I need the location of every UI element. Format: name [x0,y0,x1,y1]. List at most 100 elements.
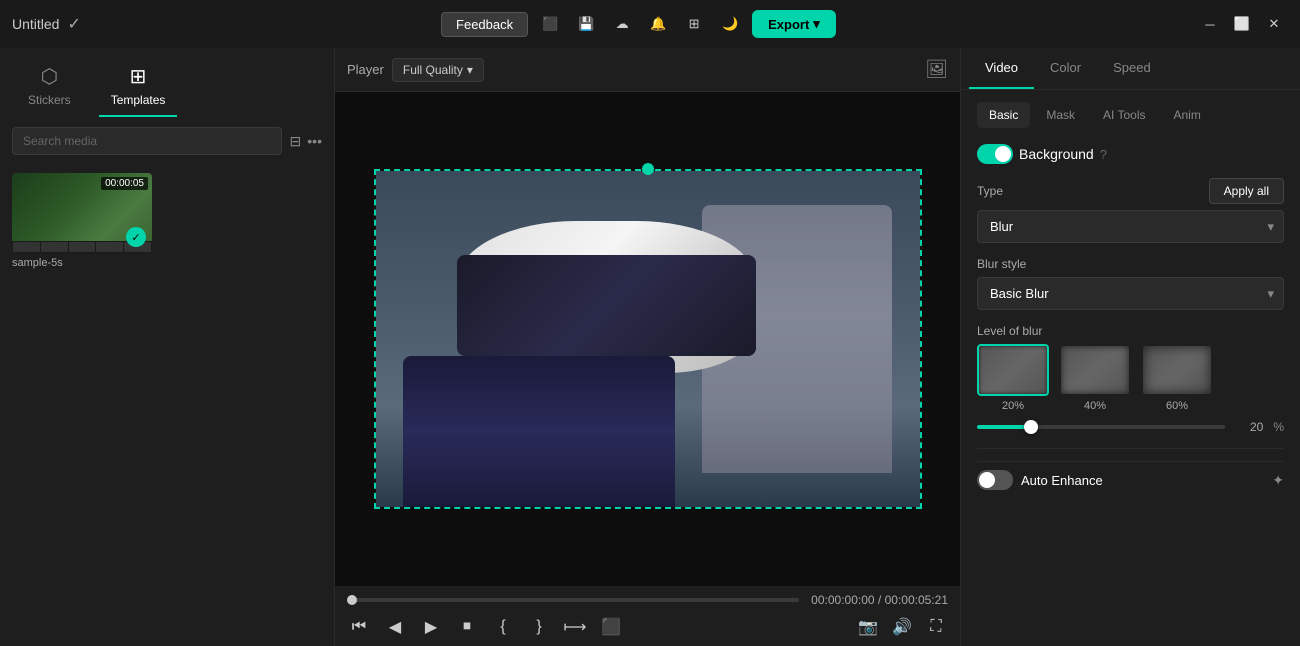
type-label-row: Type Apply all [977,178,1284,204]
tab-video[interactable]: Video [969,48,1034,89]
playback-right: 📷 🔊 ⛶ [856,615,948,639]
sidebar-tabs: ⬡ Stickers ⊞ Templates [0,48,334,117]
upload-icon[interactable]: ☁ [608,10,636,38]
time-total: 00:00:05:21 [885,593,948,607]
mark-in-button[interactable]: { [491,615,515,639]
sub-tab-anim[interactable]: Anim [1161,102,1212,128]
media-thumbnail: 00:00:05 ✓ [12,173,152,253]
progress-dot[interactable] [347,595,357,605]
blur-option-20[interactable]: 20% [977,344,1049,412]
blur-slider[interactable] [977,425,1225,429]
grid-icon[interactable]: ⊞ [680,10,708,38]
playback-left: ⏮ ◀ ▶ ⏹ { } ⟼ ⬛ [347,615,623,639]
section-divider [977,448,1284,449]
monitor-icon[interactable]: ⬛ [536,10,564,38]
quality-chevron-icon: ▾ [467,63,473,77]
auto-enhance-toggle[interactable] [977,470,1013,490]
slider-value: 20 [1235,420,1263,434]
center-area: Player Full Quality ▾ 🖼 [335,48,960,646]
bell-icon[interactable]: 🔔 [644,10,672,38]
play-button[interactable]: ▶ [419,615,443,639]
sidebar-search: ⊟ ••• [0,117,334,165]
volume-button[interactable]: 🔊 [890,615,914,639]
more-icon[interactable]: ••• [307,133,322,149]
mark-out-button[interactable]: } [527,615,551,639]
stop-button[interactable]: ⏹ [455,615,479,639]
search-input[interactable] [12,127,282,155]
tab-color[interactable]: Color [1034,48,1097,89]
slider-pct: % [1273,420,1284,434]
export-label: Export [768,17,809,32]
blur-slider-row: 20 % [977,420,1284,434]
auto-enhance-knob [979,472,995,488]
blur-preview-60 [1143,346,1211,394]
sub-tab-basic[interactable]: Basic [977,102,1030,128]
video-frame [374,169,922,509]
blur-preview-40 [1061,346,1129,394]
person-body [403,356,675,507]
apply-all-button[interactable]: Apply all [1209,178,1284,204]
blur-preview-20 [979,346,1047,394]
sidebar-tab-stickers[interactable]: ⬡ Stickers [16,56,83,117]
feedback-button[interactable]: Feedback [441,12,528,37]
sub-tab-mask[interactable]: Mask [1034,102,1087,128]
top-handle[interactable] [642,163,654,175]
moon-icon[interactable]: 🌙 [716,10,744,38]
close-button[interactable]: ✕ [1260,10,1288,38]
search-icons: ⊟ ••• [290,133,322,150]
screenshot-button[interactable]: 📷 [856,615,880,639]
vr-screen [457,255,756,356]
blur-style-select[interactable]: Basic Blur Advanced Blur [977,277,1284,310]
blur-label-20: 20% [1002,400,1024,412]
help-icon[interactable]: ? [1100,147,1107,162]
trim-button[interactable]: ⟼ [563,615,587,639]
quality-label: Full Quality [403,63,463,77]
blur-option-40[interactable]: 40% [1059,344,1131,412]
sidebar-tab-templates[interactable]: ⊞ Templates [99,56,178,117]
blur-swatch-60[interactable] [1141,344,1213,396]
save-icon[interactable]: 💾 [572,10,600,38]
media-check-icon: ✓ [126,227,146,247]
type-row: Type Apply all Blur Color Image [977,178,1284,243]
time-display: 00:00:00:00 / 00:00:05:21 [811,593,948,607]
blur-option-60[interactable]: 60% [1141,344,1213,412]
auto-enhance-row: Auto Enhance ✦ [977,461,1284,490]
background-label: Background [1019,146,1094,162]
blur-options: 20% 40% 60% [977,344,1284,412]
progress-bar[interactable] [347,598,799,602]
blur-style-row: Blur style Basic Blur Advanced Blur [977,257,1284,310]
video-content [376,171,920,507]
media-item[interactable]: 00:00:05 ✓ sample-5s [12,173,152,269]
star-icon[interactable]: ✦ [1272,472,1284,489]
maximize-button[interactable]: ⬜ [1228,10,1256,38]
sub-tabs: Basic Mask AI Tools Anim [977,102,1284,128]
quality-dropdown[interactable]: Full Quality ▾ [392,58,484,82]
background-toggle[interactable] [977,144,1013,164]
progress-bar-container: 00:00:00:00 / 00:00:05:21 [347,593,948,607]
player-label: Player [347,62,384,77]
blur-swatch-20[interactable] [977,344,1049,396]
player-toolbar-left: Player Full Quality ▾ [347,58,484,82]
project-title: Untitled [12,16,59,32]
blur-swatch-40[interactable] [1059,344,1131,396]
filter-icon[interactable]: ⊟ [290,133,302,150]
prev-frame-button[interactable]: ◀ [383,615,407,639]
skip-back-button[interactable]: ⏮ [347,615,371,639]
blur-level-row: Level of blur 20% 40% [977,324,1284,434]
time-current: 00:00:00:00 [811,593,874,607]
playback-controls: ⏮ ◀ ▶ ⏹ { } ⟼ ⬛ 📷 🔊 ⛶ [347,615,948,639]
tab-speed[interactable]: Speed [1097,48,1167,89]
blur-label-60: 60% [1166,400,1188,412]
resize-button[interactable]: ⬛ [599,615,623,639]
toggle-knob [995,146,1011,162]
minimize-button[interactable]: ─ [1196,10,1224,38]
auto-enhance-label: Auto Enhance [1021,473,1103,488]
sub-tab-ai-tools[interactable]: AI Tools [1091,102,1157,128]
image-icon[interactable]: 🖼 [925,59,948,80]
export-chevron-icon: ▾ [813,16,820,32]
media-grid: 00:00:05 ✓ sample-5s [0,165,334,646]
fullscreen-button[interactable]: ⛶ [924,615,948,639]
titlebar-center: Feedback ⬛ 💾 ☁ 🔔 ⊞ 🌙 Export ▾ [441,10,836,38]
export-button[interactable]: Export ▾ [752,10,836,38]
type-select[interactable]: Blur Color Image [977,210,1284,243]
